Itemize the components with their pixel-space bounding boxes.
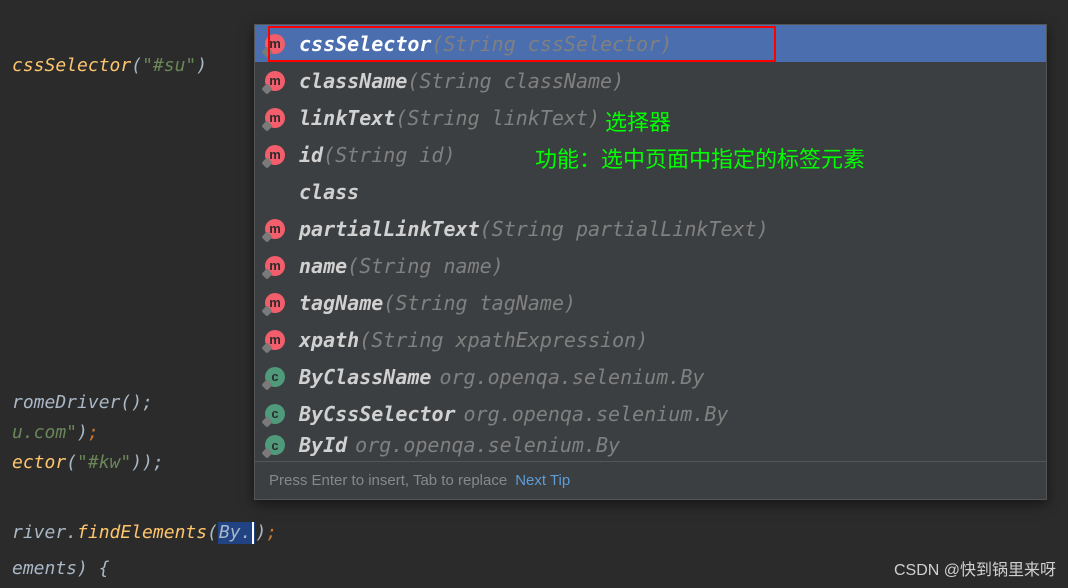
completion-item-text: ByCssSelector org.openqa.selenium.By: [299, 402, 728, 426]
completion-item-package: org.openqa.selenium.By: [439, 365, 704, 389]
completion-item-text: class: [299, 180, 359, 204]
completion-item-ByCssSelector[interactable]: c ByCssSelector org.openqa.selenium.By: [255, 395, 1046, 432]
method-icon: m: [265, 34, 285, 54]
completion-item-name: className: [299, 69, 407, 93]
completion-item-text: id(String id): [299, 143, 456, 167]
completion-item-params: (String cssSelector): [431, 32, 672, 56]
code-line: u.com");: [12, 422, 99, 443]
completion-item-params: (String name): [347, 254, 504, 278]
code-text: river.: [12, 522, 77, 543]
code-line-active[interactable]: river.findElements(By.);: [12, 522, 277, 544]
code-text: ements) {: [12, 558, 110, 579]
code-text: romeDriver();: [12, 392, 153, 413]
completion-item-name: name: [299, 254, 347, 278]
code-line: ements) {: [12, 558, 110, 579]
completion-item-package: org.openqa.selenium.By: [355, 433, 620, 457]
completion-item-name: ByCssSelector: [299, 402, 456, 426]
completion-item-className[interactable]: m className(String className): [255, 62, 1046, 99]
completion-item-text: cssSelector(String cssSelector): [299, 32, 672, 56]
code-completion-popup[interactable]: m cssSelector(String cssSelector) m classNa…: [254, 24, 1047, 500]
completion-item-text: partialLinkText(String partialLinkText): [299, 217, 769, 241]
completion-item-text: name(String name): [299, 254, 504, 278]
method-icon: m: [265, 145, 285, 165]
code-line: cssSelector("#su"): [12, 55, 207, 76]
completion-item-linkText[interactable]: m linkText(String linkText): [255, 99, 1046, 136]
completion-item-tagName[interactable]: m tagName(String tagName): [255, 284, 1046, 321]
method-icon: m: [265, 219, 285, 239]
string-literal: "#su": [142, 55, 196, 76]
class-icon: c: [265, 404, 285, 424]
completion-item-text: className(String className): [299, 69, 624, 93]
method-call: ector: [12, 452, 66, 473]
class-icon: c: [265, 435, 285, 455]
completion-item-xpath[interactable]: mxpath(String xpathExpression): [255, 321, 1046, 358]
completion-item-name: id: [299, 143, 323, 167]
completion-item-name: ById: [299, 433, 347, 457]
completion-item-name: linkText: [299, 106, 395, 130]
method-icon: m: [265, 293, 285, 313]
code-line: ector("#kw"));: [12, 452, 164, 473]
method-call: findElements: [77, 522, 207, 543]
next-tip-link[interactable]: Next Tip: [515, 472, 570, 489]
completion-item-name: tagName: [299, 291, 383, 315]
method-icon: m: [265, 256, 285, 276]
method-icon: m: [265, 330, 285, 350]
csdn-watermark: CSDN @快到锅里来呀: [894, 556, 1056, 580]
completion-item-name: cssSelector: [299, 32, 431, 56]
method-icon: m: [265, 71, 285, 91]
completion-item-params: (String className): [407, 69, 624, 93]
completion-item-cssSelector[interactable]: m cssSelector(String cssSelector): [255, 25, 1046, 62]
completion-item-name: ByClassName: [299, 365, 431, 389]
completion-item-text: ByClassName org.openqa.selenium.By: [299, 365, 704, 389]
string-literal: u.com": [12, 422, 77, 443]
code-line: romeDriver();: [12, 392, 153, 413]
completion-item-text: ById org.openqa.selenium.By: [299, 433, 620, 457]
cursor-area[interactable]: By.: [218, 522, 256, 544]
completion-item-params: (String tagName): [383, 291, 576, 315]
method-icon: m: [265, 108, 285, 128]
completion-item-ByClassName[interactable]: c ByClassName org.openqa.selenium.By: [255, 358, 1046, 395]
completion-item-params: (String id): [323, 143, 455, 167]
completion-item-class[interactable]: class: [255, 173, 1046, 210]
completion-item-ById[interactable]: c ById org.openqa.selenium.By: [255, 432, 1046, 458]
class-icon: c: [265, 367, 285, 387]
completion-item-name: class: [299, 180, 359, 204]
completion-item-partialLinkText[interactable]: m partialLinkText(String partialLinkText): [255, 210, 1046, 247]
completion-item-name: xpath: [299, 328, 359, 352]
completion-item-name: partialLinkText: [299, 217, 480, 241]
footer-hint-text: Press Enter to insert, Tab to replace: [269, 472, 507, 489]
completion-list[interactable]: m cssSelector(String cssSelector) m classNa…: [255, 25, 1046, 461]
completion-item-text: xpath(String xpathExpression): [299, 328, 648, 352]
method-call: cssSelector: [12, 55, 131, 76]
completion-item-name[interactable]: mname(String name): [255, 247, 1046, 284]
blank-icon: [265, 182, 285, 202]
completion-item-params: (String partialLinkText): [480, 217, 769, 241]
completion-item-params: (String linkText): [395, 106, 600, 130]
completion-item-package: org.openqa.selenium.By: [464, 402, 729, 426]
completion-item-params: (String xpathExpression): [359, 328, 648, 352]
completion-item-text: linkText(String linkText): [299, 106, 600, 130]
completion-item-id[interactable]: mid(String id): [255, 136, 1046, 173]
string-literal: "#kw": [77, 452, 131, 473]
completion-item-text: tagName(String tagName): [299, 291, 576, 315]
completion-footer: Press Enter to insert, Tab to replace Ne…: [255, 461, 1046, 499]
